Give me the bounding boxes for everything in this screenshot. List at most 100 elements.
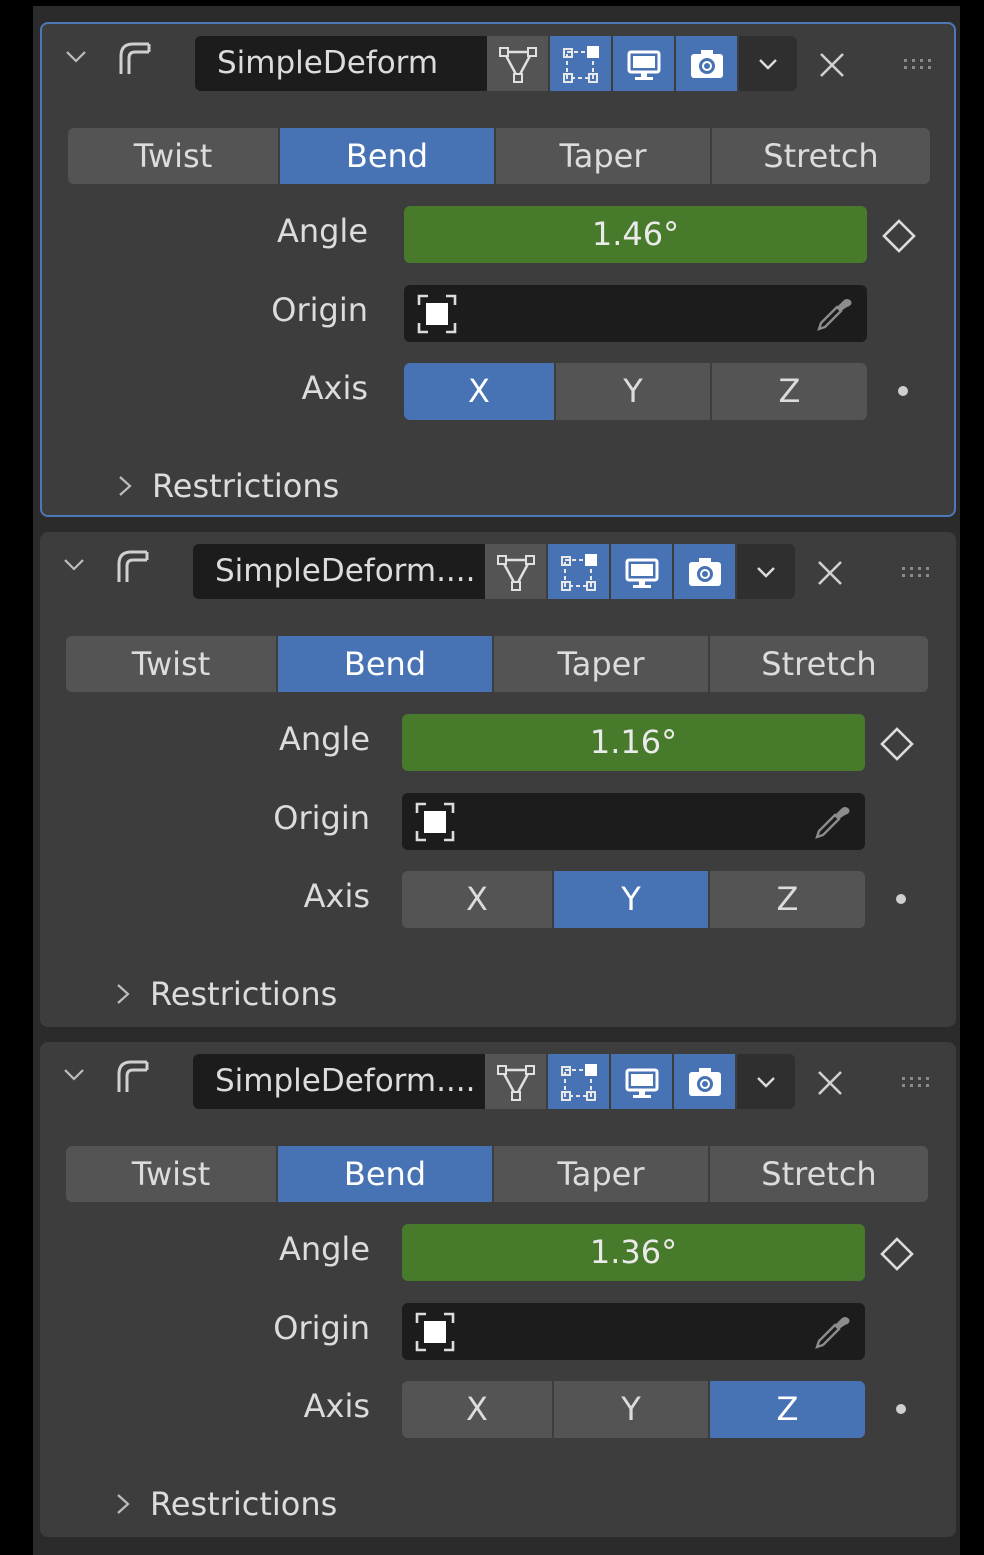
mode-bend-button[interactable]: Bend <box>278 636 494 692</box>
modifier-panel: SimpleDeform.... Twist Bend Taper Stretch Ang… <box>40 532 956 1027</box>
axis-x-button[interactable]: X <box>402 871 554 928</box>
on-cage-button[interactable] <box>487 36 548 91</box>
mode-taper-button[interactable]: Taper <box>496 128 712 184</box>
monitor-icon <box>622 1062 662 1102</box>
eyedropper-icon[interactable] <box>811 801 853 843</box>
chevron-down-icon <box>753 559 779 585</box>
chevron-right-icon <box>112 1489 134 1519</box>
axis-label: Axis <box>303 877 370 915</box>
edit-mode-button[interactable] <box>548 544 609 599</box>
mode-bend-button[interactable]: Bend <box>278 1146 494 1202</box>
mode-stretch-button[interactable]: Stretch <box>710 1146 928 1202</box>
axis-decorator-dot <box>896 1404 906 1414</box>
mode-stretch-button[interactable]: Stretch <box>712 128 930 184</box>
eyedropper-icon[interactable] <box>811 1311 853 1353</box>
grip-icon[interactable] <box>900 1074 936 1088</box>
modifier-name-field[interactable]: SimpleDeform.... <box>193 1054 485 1109</box>
edit-mode-icon <box>559 552 599 592</box>
keyframe-diamond-icon[interactable] <box>878 725 916 763</box>
angle-label: Angle <box>278 720 370 758</box>
camera-icon <box>687 44 727 84</box>
axis-label: Axis <box>303 1387 370 1425</box>
axis-y-button[interactable]: Y <box>554 1381 710 1438</box>
simple-deform-icon <box>115 38 155 76</box>
modifier-name-field[interactable]: SimpleDeform <box>195 36 487 91</box>
axis-y-button[interactable]: Y <box>554 871 710 928</box>
axis-z-button[interactable]: Z <box>712 363 867 420</box>
origin-label: Origin <box>273 799 370 837</box>
eyedropper-icon[interactable] <box>813 293 855 335</box>
mode-bend-button[interactable]: Bend <box>280 128 496 184</box>
deform-mode-selector: Twist Bend Taper Stretch <box>66 1146 928 1202</box>
mode-taper-button[interactable]: Taper <box>494 1146 710 1202</box>
origin-label: Origin <box>273 1309 370 1347</box>
modifier-panel: SimpleDeform Twist Bend Taper Stretch Angle Or… <box>40 22 956 517</box>
viewport-button[interactable] <box>611 1054 672 1109</box>
keyframe-diamond-icon[interactable] <box>878 1235 916 1273</box>
axis-selector: XYZ <box>402 1381 865 1438</box>
grip-icon[interactable] <box>900 564 936 578</box>
mode-twist-button[interactable]: Twist <box>66 636 278 692</box>
close-icon[interactable] <box>815 1068 845 1098</box>
on-cage-icon <box>496 552 536 592</box>
restrictions-subpanel-header[interactable]: Restrictions <box>114 466 339 506</box>
axis-z-button[interactable]: Z <box>710 871 865 928</box>
origin-field[interactable] <box>404 285 867 342</box>
chevron-down-icon <box>755 51 781 77</box>
axis-selector: XYZ <box>404 363 867 420</box>
on-cage-icon <box>496 1062 536 1102</box>
restrictions-subpanel-header[interactable]: Restrictions <box>112 1484 337 1524</box>
modifier-name-field[interactable]: SimpleDeform.... <box>193 544 485 599</box>
restrictions-subpanel-header[interactable]: Restrictions <box>112 974 337 1014</box>
modifier-menu-button[interactable] <box>737 1054 795 1109</box>
monitor-icon <box>622 552 662 592</box>
chevron-down-icon[interactable] <box>62 1062 86 1086</box>
restrictions-label: Restrictions <box>150 975 338 1013</box>
deform-mode-selector: Twist Bend Taper Stretch <box>66 636 928 692</box>
render-button[interactable] <box>674 1054 735 1109</box>
mode-stretch-button[interactable]: Stretch <box>710 636 928 692</box>
on-cage-icon <box>498 44 538 84</box>
axis-x-button[interactable]: X <box>402 1381 554 1438</box>
on-cage-button[interactable] <box>485 544 546 599</box>
object-icon <box>416 293 458 335</box>
chevron-down-icon[interactable] <box>62 552 86 576</box>
axis-decorator-dot <box>898 386 908 396</box>
monitor-icon <box>624 44 664 84</box>
deform-mode-selector: Twist Bend Taper Stretch <box>68 128 930 184</box>
chevron-down-icon[interactable] <box>64 44 88 68</box>
modifier-menu-button[interactable] <box>737 544 795 599</box>
origin-field[interactable] <box>402 1303 865 1360</box>
angle-field[interactable]: 1.36° <box>402 1224 865 1281</box>
edit-mode-button[interactable] <box>548 1054 609 1109</box>
angle-label: Angle <box>278 1230 370 1268</box>
mode-twist-button[interactable]: Twist <box>66 1146 278 1202</box>
axis-z-button[interactable]: Z <box>710 1381 865 1438</box>
on-cage-button[interactable] <box>485 1054 546 1109</box>
viewport-button[interactable] <box>613 36 674 91</box>
axis-y-button[interactable]: Y <box>556 363 712 420</box>
close-icon[interactable] <box>817 50 847 80</box>
edit-mode-icon <box>561 44 601 84</box>
modifier-menu-button[interactable] <box>739 36 797 91</box>
angle-field[interactable]: 1.16° <box>402 714 865 771</box>
camera-icon <box>685 1062 725 1102</box>
axis-x-button[interactable]: X <box>404 363 556 420</box>
mode-taper-button[interactable]: Taper <box>494 636 710 692</box>
viewport-button[interactable] <box>611 544 672 599</box>
render-button[interactable] <box>674 544 735 599</box>
angle-field[interactable]: 1.46° <box>404 206 867 263</box>
edit-mode-icon <box>559 1062 599 1102</box>
keyframe-diamond-icon[interactable] <box>880 217 918 255</box>
grip-icon[interactable] <box>902 56 938 70</box>
chevron-right-icon <box>112 979 134 1009</box>
render-button[interactable] <box>676 36 737 91</box>
mode-twist-button[interactable]: Twist <box>68 128 280 184</box>
axis-selector: XYZ <box>402 871 865 928</box>
close-icon[interactable] <box>815 558 845 588</box>
object-icon <box>414 801 456 843</box>
origin-field[interactable] <box>402 793 865 850</box>
edit-mode-button[interactable] <box>550 36 611 91</box>
axis-label: Axis <box>301 369 368 407</box>
chevron-right-icon <box>114 471 136 501</box>
